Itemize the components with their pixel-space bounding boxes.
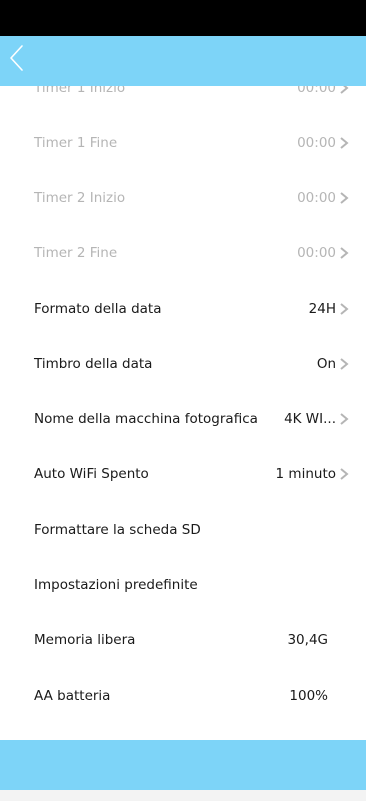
setting-row-timer2-end[interactable]: Timer 2 Fine 00:00: [0, 233, 366, 273]
footer-bar: [0, 740, 366, 790]
settings-list: Timer 1 Inizio 00:00 Timer 1 Fine 00:00 …: [0, 86, 366, 736]
setting-value: 00:00: [297, 190, 336, 206]
setting-label: Memoria libera: [34, 632, 136, 648]
back-button[interactable]: [6, 40, 46, 80]
setting-row-timer2-start[interactable]: Timer 2 Inizio 00:00: [0, 178, 366, 218]
chevron-right-icon: [340, 192, 349, 204]
chevron-right-icon: [340, 413, 349, 425]
bottom-strip: [0, 790, 366, 801]
setting-row-auto-wifi-off[interactable]: Auto WiFi Spento 1 minuto: [0, 454, 366, 494]
setting-row-camera-name[interactable]: Nome della macchina fotografica 4K WI...: [0, 399, 366, 439]
setting-label: Timer 2 Fine: [34, 245, 118, 261]
setting-value: On: [316, 356, 336, 372]
chevron-right-icon: [340, 468, 349, 480]
setting-value: 00:00: [297, 86, 336, 96]
setting-label: Timer 1 Inizio: [34, 86, 126, 96]
setting-label: AA batteria: [34, 688, 111, 704]
setting-row-timer1-start[interactable]: Timer 1 Inizio 00:00: [0, 86, 366, 108]
setting-label: Formato della data: [34, 301, 162, 317]
chevron-right-icon: [340, 86, 349, 94]
chevron-left-icon: [10, 45, 23, 71]
chevron-right-icon: [340, 303, 349, 315]
setting-value: 4K WI...: [284, 411, 336, 427]
chevron-right-icon: [340, 358, 349, 370]
setting-label: Auto WiFi Spento: [34, 466, 149, 482]
setting-value: 24H: [308, 301, 336, 317]
setting-value: 00:00: [297, 135, 336, 151]
setting-row-default-settings[interactable]: Impostazioni predefinite: [0, 565, 366, 605]
setting-row-format-sd[interactable]: Formattare la scheda SD: [0, 510, 366, 550]
setting-label: Timer 2 Inizio: [34, 190, 126, 206]
status-bar: [0, 0, 366, 36]
setting-row-battery: AA batteria 100%: [0, 676, 366, 716]
setting-row-date-format[interactable]: Formato della data 24H: [0, 289, 366, 329]
header-bar: [0, 36, 366, 86]
chevron-right-icon: [340, 247, 349, 259]
setting-label: Formattare la scheda SD: [34, 522, 201, 538]
setting-label: Nome della macchina fotografica: [34, 411, 258, 427]
setting-label: Timer 1 Fine: [34, 135, 118, 151]
setting-label: Timbro della data: [34, 356, 153, 372]
setting-label: Impostazioni predefinite: [34, 577, 198, 593]
setting-row-timer1-end[interactable]: Timer 1 Fine 00:00: [0, 123, 366, 163]
setting-row-date-stamp[interactable]: Timbro della data On: [0, 344, 366, 384]
setting-value: 100%: [289, 688, 328, 704]
setting-row-free-memory: Memoria libera 30,4G: [0, 620, 366, 660]
chevron-right-icon: [340, 137, 349, 149]
setting-value: 30,4G: [287, 632, 328, 648]
setting-value: 00:00: [297, 245, 336, 261]
setting-value: 1 minuto: [275, 466, 336, 482]
